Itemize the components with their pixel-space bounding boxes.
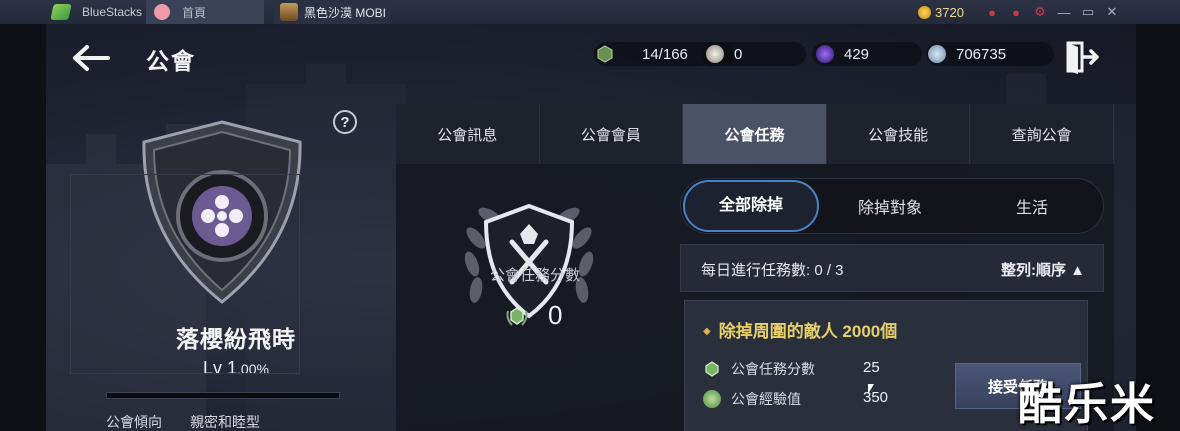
tab-home-label: 首頁: [182, 5, 207, 20]
back-button[interactable]: [68, 38, 114, 78]
account-icon[interactable]: ●: [1004, 0, 1028, 24]
home-icon: [154, 4, 170, 20]
resource-dark-orb[interactable]: 429: [816, 42, 869, 66]
resource-orb-value: 429: [844, 45, 870, 63]
coin-count: 3720: [935, 4, 964, 20]
tab-guild-info[interactable]: 公會訊息: [396, 104, 540, 164]
resource-silver[interactable]: 706735: [928, 42, 1006, 66]
filter-life[interactable]: 生活: [961, 194, 1103, 218]
reward-points-label: 公會任務分數: [731, 361, 815, 377]
resource-mission-value: 14/166: [642, 45, 688, 63]
guild-tabs: 公會訊息 公會會員 公會任務 公會技能 查詢公會: [396, 104, 1114, 164]
resource-silver-value: 706735: [956, 45, 1007, 63]
mission-title: ◆ 除掉周圍的敵人 2000個: [703, 317, 897, 342]
mission-score-value: 0: [548, 300, 563, 330]
resource-pearl[interactable]: 0: [706, 42, 742, 66]
window-controls: ● ● ⚙ — ▭ ✕: [980, 0, 1124, 24]
bluestacks-coins[interactable]: 3720: [918, 0, 964, 24]
coin-icon: [918, 5, 931, 19]
arrow-left-icon: [73, 45, 110, 71]
guild-exp-bar: [106, 392, 340, 399]
tab-guild-search[interactable]: 查詢公會: [970, 104, 1114, 164]
game-screen: 公會 14/166 0 429 706735 ? 落櫻紛飛時 Lv 1.00% …: [46, 24, 1136, 431]
mission-reward-points: 公會任務分數: [703, 359, 815, 379]
tab-home[interactable]: 首頁: [146, 0, 264, 24]
restore-icon[interactable]: ▭: [1076, 0, 1100, 24]
mission-points-icon: [705, 361, 719, 377]
game-app-icon: [280, 3, 298, 21]
mission-badge-icon: [597, 45, 613, 63]
minimize-icon[interactable]: —: [1052, 0, 1076, 24]
daily-mission-count: 每日進行任務數: 0 / 3: [701, 262, 844, 279]
emulator-title-bar: BlueStacks 首頁 黑色沙漠 MOBI 3720 ● ● ⚙ — ▭ ✕: [0, 0, 1180, 24]
letterbox-left: [0, 24, 46, 431]
guild-tendency-label: 公會傾向: [106, 414, 162, 430]
filter-targets[interactable]: 除掉對象: [819, 194, 961, 218]
mission-title-text: 除掉周圍的敵人 2000個: [718, 322, 898, 341]
reward-exp-label: 公會經驗值: [731, 391, 801, 407]
mission-filter-tabs: 全部除掉 除掉對象 生活: [680, 178, 1104, 234]
reward-points-value: 25: [863, 359, 880, 376]
daily-mission-bar: 每日進行任務數: 0 / 3 整列:順序 ▲: [680, 244, 1104, 292]
silver-coin-icon: [928, 45, 946, 63]
watermark: 酷乐米: [1018, 380, 1156, 429]
pearl-icon: [706, 45, 724, 63]
guild-tendency-value: 親密和睦型: [190, 414, 260, 430]
resource-mission-points[interactable]: 14/166: [596, 42, 688, 66]
emulator-brand: BlueStacks: [82, 5, 143, 19]
guild-exp-icon: [703, 390, 721, 408]
filter-all[interactable]: 全部除掉: [683, 180, 819, 232]
tab-game[interactable]: 黑色沙漠 MOBI: [274, 0, 390, 24]
resource-pearl-value: 0: [734, 45, 743, 63]
bluestacks-logo-icon: [50, 4, 72, 20]
page-title: 公會: [146, 48, 196, 74]
mission-points-icon: [506, 306, 528, 326]
dark-orb-icon: [816, 45, 834, 63]
bullet-icon: ◆: [703, 326, 711, 337]
tab-game-label: 黑色沙漠 MOBI: [304, 5, 387, 20]
sort-order-button[interactable]: 整列:順序 ▲: [1001, 259, 1085, 280]
help-icon[interactable]: ?: [333, 110, 357, 134]
mouse-cursor-icon: [868, 384, 874, 394]
reward-exp-value: 350: [863, 389, 889, 406]
tab-guild-missions[interactable]: 公會任務: [683, 104, 827, 164]
exit-button[interactable]: [1064, 40, 1104, 74]
mission-score-value-row: 0: [504, 300, 562, 331]
tab-guild-members[interactable]: 公會會員: [539, 104, 684, 164]
exit-door-icon: [1066, 41, 1099, 74]
mission-score-panel: [70, 174, 300, 374]
close-icon[interactable]: ✕: [1100, 0, 1124, 24]
settings-icon[interactable]: ⚙: [1028, 0, 1052, 24]
tab-guild-skills[interactable]: 公會技能: [826, 104, 971, 164]
mission-score-label: 公會任務分數: [489, 267, 580, 284]
notification-icon[interactable]: ●: [980, 0, 1004, 24]
mission-reward-exp: 公會經驗值: [703, 389, 801, 409]
